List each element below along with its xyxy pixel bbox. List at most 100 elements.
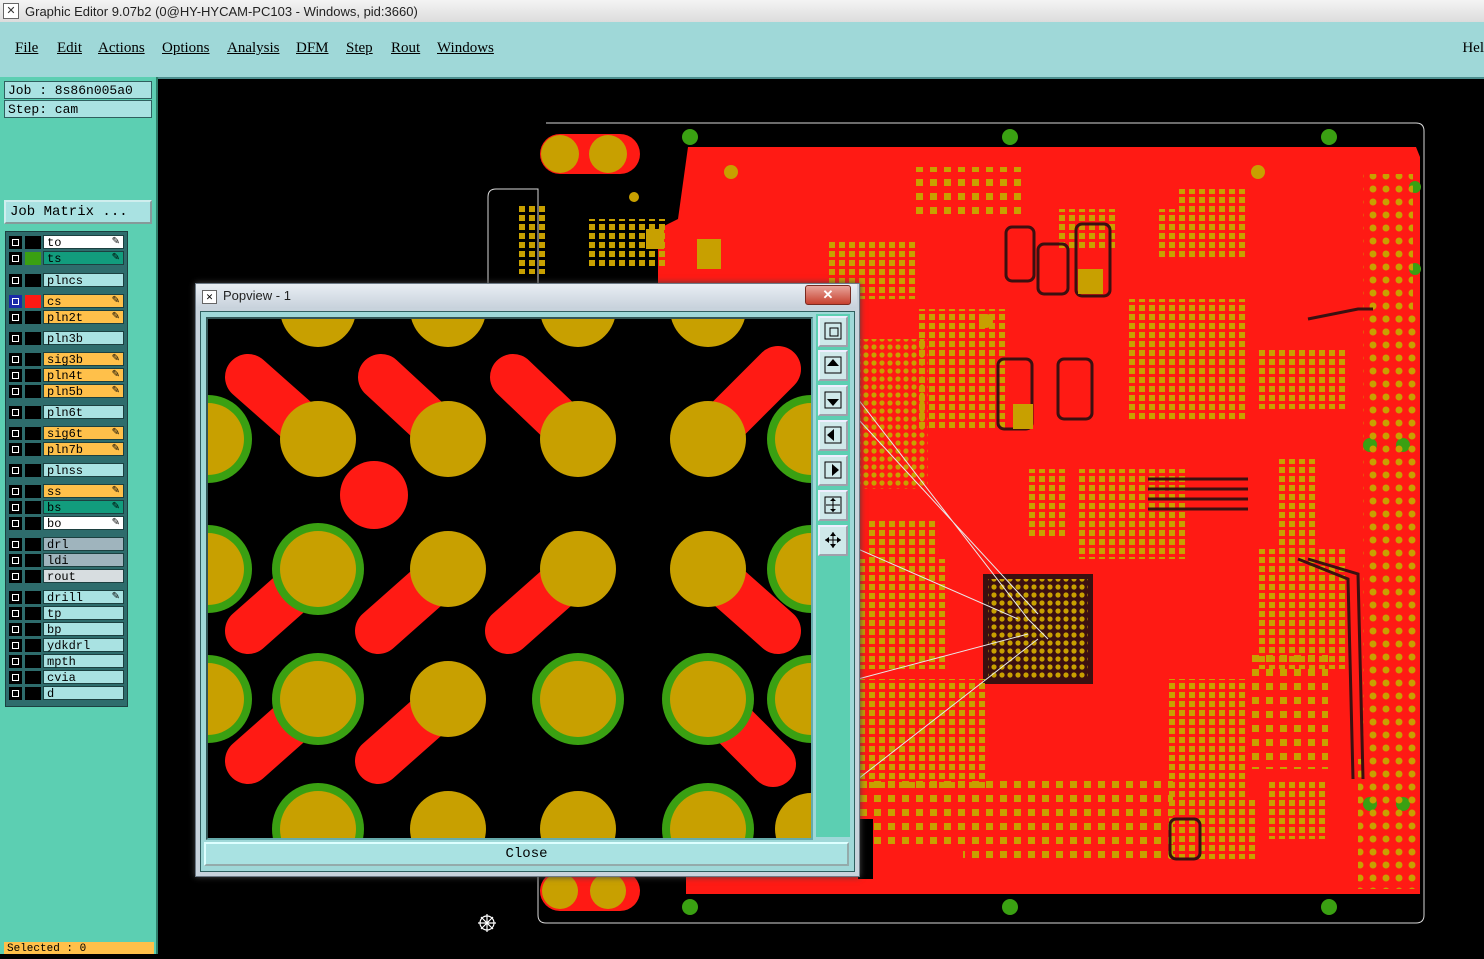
layer-row-pln2t[interactable]: pln2t ✎ bbox=[8, 310, 125, 325]
menu-edit[interactable]: Edit bbox=[57, 40, 82, 57]
layer-name[interactable]: drill ✎ bbox=[43, 590, 124, 605]
layer-checkbox[interactable] bbox=[9, 485, 22, 498]
layer-checkbox[interactable] bbox=[9, 295, 22, 308]
layer-name[interactable]: cs ✎ bbox=[43, 294, 124, 309]
layer-name[interactable]: drl bbox=[43, 537, 124, 552]
layer-row-d[interactable]: d bbox=[8, 686, 125, 701]
layer-row-mpth[interactable]: mpth bbox=[8, 654, 125, 669]
layer-row-pln3b[interactable]: pln3b bbox=[8, 331, 125, 346]
layer-name[interactable]: pln6t bbox=[43, 405, 124, 420]
layer-name[interactable]: pln3b bbox=[43, 331, 124, 346]
pan-right-icon[interactable] bbox=[818, 455, 848, 486]
menu-actions[interactable]: Actions bbox=[98, 40, 145, 57]
layer-checkbox[interactable] bbox=[9, 607, 22, 620]
layer-checkbox[interactable] bbox=[9, 517, 22, 530]
layer-checkbox[interactable] bbox=[9, 353, 22, 366]
layer-row-bp[interactable]: bp bbox=[8, 622, 125, 637]
layer-name[interactable]: bs ✎ bbox=[43, 500, 124, 515]
layer-row-pln6t[interactable]: pln6t bbox=[8, 405, 125, 420]
layer-row-pln4t[interactable]: pln4t ✎ bbox=[8, 368, 125, 383]
popview-close-icon[interactable]: ✕ bbox=[805, 285, 851, 305]
popview-fit-icon[interactable] bbox=[818, 316, 848, 347]
layer-row-pln7b[interactable]: pln7b ✎ bbox=[8, 442, 125, 457]
layer-checkbox[interactable] bbox=[9, 623, 22, 636]
layer-checkbox[interactable] bbox=[9, 655, 22, 668]
layer-row-sig3b[interactable]: sig3b ✎ bbox=[8, 352, 125, 367]
layer-checkbox[interactable] bbox=[9, 464, 22, 477]
layer-checkbox[interactable] bbox=[9, 406, 22, 419]
layer-name[interactable]: cvia bbox=[43, 670, 124, 685]
layer-row-ss[interactable]: ss ✎ bbox=[8, 484, 125, 499]
layer-checkbox[interactable] bbox=[9, 671, 22, 684]
layer-row-sig6t[interactable]: sig6t ✎ bbox=[8, 426, 125, 441]
layer-row-bs[interactable]: bs ✎ bbox=[8, 500, 125, 515]
layer-checkbox[interactable] bbox=[9, 538, 22, 551]
layer-row-to[interactable]: to ✎ bbox=[8, 235, 125, 250]
layer-checkbox[interactable] bbox=[9, 591, 22, 604]
layer-name[interactable]: bp bbox=[43, 622, 124, 637]
layer-row-ldi[interactable]: ldi bbox=[8, 553, 125, 568]
pan-left-icon[interactable] bbox=[818, 420, 848, 451]
menu-rout[interactable]: Rout bbox=[391, 40, 420, 57]
layer-name[interactable]: bo ✎ bbox=[43, 516, 124, 531]
layer-row-plnss[interactable]: plnss bbox=[8, 463, 125, 478]
layer-checkbox[interactable] bbox=[9, 501, 22, 514]
menu-step[interactable]: Step bbox=[346, 40, 373, 57]
layer-checkbox[interactable] bbox=[9, 236, 22, 249]
job-matrix-button[interactable]: Job Matrix ... bbox=[4, 200, 152, 224]
layer-checkbox[interactable] bbox=[9, 639, 22, 652]
layer-checkbox[interactable] bbox=[9, 687, 22, 700]
menu-windows[interactable]: Windows bbox=[437, 40, 494, 57]
layer-checkbox[interactable] bbox=[9, 311, 22, 324]
layer-row-rout[interactable]: rout bbox=[8, 569, 125, 584]
menu-file[interactable]: File bbox=[15, 40, 38, 57]
layer-row-bo[interactable]: bo ✎ bbox=[8, 516, 125, 531]
layer-checkbox[interactable] bbox=[9, 332, 22, 345]
layer-row-cvia[interactable]: cvia bbox=[8, 670, 125, 685]
layer-name[interactable]: pln7b ✎ bbox=[43, 442, 124, 457]
layer-checkbox[interactable] bbox=[9, 369, 22, 382]
layer-checkbox[interactable] bbox=[9, 274, 22, 287]
layer-checkbox[interactable] bbox=[9, 554, 22, 567]
popview-title-bar[interactable]: ✕ Popview - 1 ✕ bbox=[196, 284, 857, 308]
layer-row-cs[interactable]: cs ✎ bbox=[8, 294, 125, 309]
layer-name[interactable]: rout bbox=[43, 569, 124, 584]
layer-name[interactable]: d bbox=[43, 686, 124, 701]
popview-zoom-view[interactable] bbox=[206, 317, 813, 840]
menu-dfm[interactable]: DFM bbox=[296, 40, 329, 57]
layer-name[interactable]: ldi bbox=[43, 553, 124, 568]
layer-name[interactable]: pln2t ✎ bbox=[43, 310, 124, 325]
layer-name[interactable]: mpth bbox=[43, 654, 124, 669]
popview-window[interactable]: ✕ Popview - 1 ✕ Close bbox=[195, 283, 860, 877]
layer-checkbox[interactable] bbox=[9, 252, 22, 265]
layer-name[interactable]: pln5b ✎ bbox=[43, 384, 124, 399]
layer-row-ts[interactable]: ts ✎ bbox=[8, 251, 125, 266]
menu-options[interactable]: Options bbox=[162, 40, 210, 57]
layer-row-pln5b[interactable]: pln5b ✎ bbox=[8, 384, 125, 399]
zoom-fit-icon[interactable] bbox=[818, 490, 848, 521]
layer-name[interactable]: plncs bbox=[43, 273, 124, 288]
layer-name[interactable]: tp bbox=[43, 606, 124, 621]
layer-checkbox[interactable] bbox=[9, 570, 22, 583]
layer-row-tp[interactable]: tp bbox=[8, 606, 125, 621]
layer-name[interactable]: plnss bbox=[43, 463, 124, 478]
layer-name[interactable]: ydkdrl bbox=[43, 638, 124, 653]
pan-up-icon[interactable] bbox=[818, 350, 848, 381]
layer-row-drill[interactable]: drill ✎ bbox=[8, 590, 125, 605]
layer-row-drl[interactable]: drl bbox=[8, 537, 125, 552]
layer-checkbox[interactable] bbox=[9, 443, 22, 456]
layer-checkbox[interactable] bbox=[9, 385, 22, 398]
layer-name[interactable]: sig3b ✎ bbox=[43, 352, 124, 367]
layer-checkbox[interactable] bbox=[9, 427, 22, 440]
menu-help[interactable]: Hel bbox=[1462, 40, 1484, 57]
menu-analysis[interactable]: Analysis bbox=[227, 40, 280, 57]
popview-close-button[interactable]: Close bbox=[204, 842, 849, 866]
layer-name[interactable]: sig6t ✎ bbox=[43, 426, 124, 441]
layer-name[interactable]: ss ✎ bbox=[43, 484, 124, 499]
pan-down-icon[interactable] bbox=[818, 385, 848, 416]
zoom-extents-icon[interactable] bbox=[818, 525, 848, 556]
layer-row-ydkdrl[interactable]: ydkdrl bbox=[8, 638, 125, 653]
layer-name[interactable]: to ✎ bbox=[43, 235, 124, 250]
layer-name[interactable]: pln4t ✎ bbox=[43, 368, 124, 383]
layer-row-plncs[interactable]: plncs bbox=[8, 273, 125, 288]
